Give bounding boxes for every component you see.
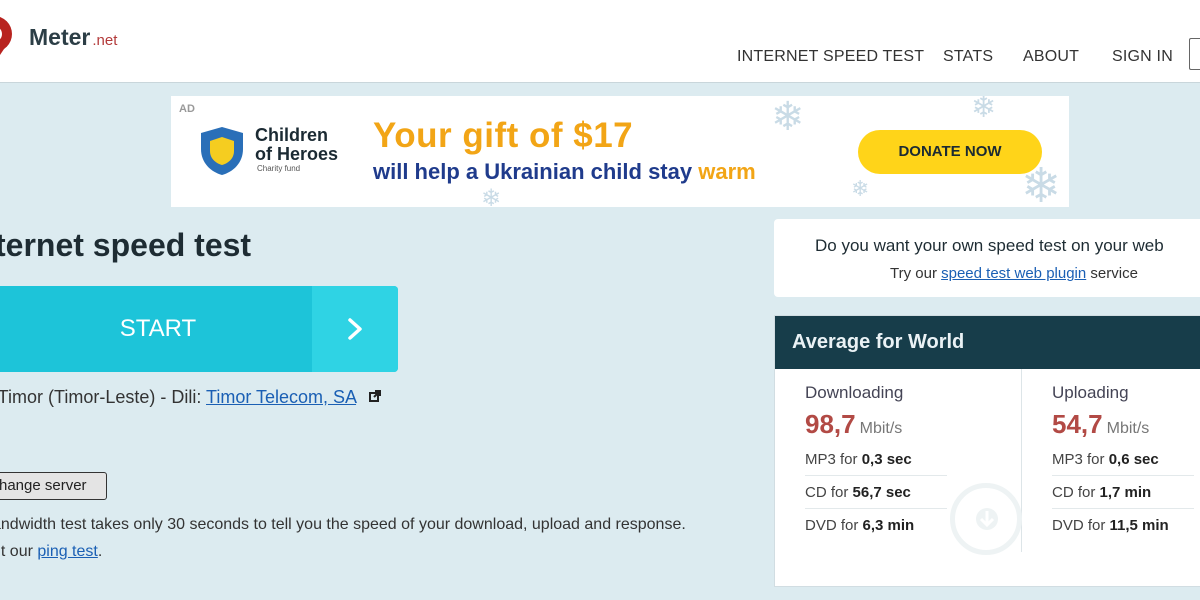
start-button[interactable]: START: [0, 286, 398, 372]
start-label: START: [119, 315, 197, 342]
row-value: 56,7 sec: [852, 484, 911, 501]
change-server-button[interactable]: hange server: [0, 472, 107, 500]
nav-stats[interactable]: STATS: [943, 48, 993, 66]
logo-suffix-text: .net: [92, 32, 118, 49]
external-link-icon[interactable]: [369, 390, 382, 402]
upload-cd-row: CD for 1,7 min: [1052, 476, 1194, 509]
snowflake-icon: ❄: [851, 176, 870, 201]
server-provider-link[interactable]: Timor Telecom, SA: [206, 387, 356, 407]
row-prefix: CD for: [1052, 484, 1100, 501]
ad-org-line2: of Heroes: [255, 144, 339, 164]
plugin-promo-suffix: service: [1086, 265, 1138, 282]
start-arrow-button[interactable]: [312, 286, 398, 372]
ad-subline: will help a Ukrainian child stay warm: [373, 159, 756, 185]
upload-label: Uploading: [1052, 383, 1129, 402]
server-info: t Timor (Timor-Leste) - Dili: Timor Tele…: [0, 387, 382, 408]
download-speed-unit: Mbit/s: [859, 420, 903, 437]
download-circle-icon: [950, 483, 1022, 555]
download-dvd-row: DVD for 6,3 min: [805, 509, 947, 542]
ad-banner[interactable]: AD Children of Heroes Charity fund Your …: [171, 96, 1069, 207]
snowflake-icon: ❄: [481, 185, 502, 207]
download-cd-row: CD for 56,7 sec: [805, 476, 947, 509]
donate-now-button[interactable]: DONATE NOW: [858, 130, 1042, 174]
snowflake-icon: ❄: [971, 96, 997, 124]
row-prefix: DVD for: [1052, 517, 1110, 534]
ad-headline: Your gift of $17: [373, 116, 634, 155]
ad-subline-highlight: warm: [698, 159, 756, 184]
download-speed-value: 98,7: [805, 409, 856, 439]
site-header: Meter .net INTERNET SPEED TEST STATS ABOU…: [0, 0, 1200, 83]
world-average-title: Average for World: [792, 331, 965, 353]
row-prefix: DVD for: [805, 517, 863, 534]
upload-speed: 54,7 Mbit/s: [1052, 409, 1149, 440]
upload-mp3-row: MP3 for 0,6 sec: [1052, 443, 1194, 476]
row-value: 1,7 min: [1099, 484, 1152, 501]
plugin-promo-question: Do you want your own speed test on your …: [815, 236, 1164, 255]
ad-org-name: Children of Heroes: [255, 126, 338, 164]
plugin-promo-prefix: Try our: [890, 265, 942, 282]
row-prefix: CD for: [805, 484, 853, 501]
row-prefix: MP3 for: [805, 451, 862, 468]
logo-main-text: Meter: [29, 24, 91, 50]
logo-pin-icon[interactable]: [0, 14, 14, 64]
header-extra-button[interactable]: [1189, 38, 1200, 70]
plugin-promo-line: Try our speed test web plugin service: [890, 265, 1138, 282]
description-text: andwidth test takes only 30 seconds to t…: [0, 516, 686, 533]
plugin-promo-box: Do you want your own speed test on your …: [774, 219, 1200, 297]
ad-tag: AD: [179, 103, 195, 115]
download-column: Downloading 98,7 Mbit/s MP3 for 0,3 sec C…: [775, 369, 1022, 555]
download-arrow-icon: [976, 508, 998, 530]
server-location: t Timor (Timor-Leste) - Dili:: [0, 387, 207, 407]
ad-org-line1: Children: [255, 125, 329, 145]
row-prefix: MP3 for: [1052, 451, 1109, 468]
ping-test-link[interactable]: ping test: [37, 543, 97, 560]
snowflake-icon: ❄: [1021, 160, 1062, 207]
ad-org-subtitle: Charity fund: [257, 164, 301, 173]
download-speed: 98,7 Mbit/s: [805, 409, 902, 440]
world-average-header: Average for World: [775, 316, 1200, 369]
row-value: 11,5 min: [1109, 517, 1169, 534]
nav-sign-in[interactable]: SIGN IN: [1112, 48, 1173, 66]
world-average-panel: Average for World Downloading 98,7 Mbit/s…: [774, 315, 1200, 587]
upload-speed-value: 54,7: [1052, 409, 1103, 439]
chevron-right-icon: [348, 318, 362, 340]
ad-subline-text: will help a Ukrainian child stay: [373, 159, 699, 184]
upload-speed-unit: Mbit/s: [1106, 420, 1150, 437]
ping-test-line: ut our ping test.: [0, 543, 102, 561]
logo[interactable]: Meter .net: [29, 24, 117, 51]
row-value: 0,3 sec: [861, 451, 912, 468]
upload-column: Uploading 54,7 Mbit/s MP3 for 0,6 sec CD …: [1022, 369, 1200, 552]
ping-line-suffix: .: [97, 543, 103, 560]
row-value: 6,3 min: [862, 517, 915, 534]
row-value: 0,6 sec: [1108, 451, 1159, 468]
download-mp3-row: MP3 for 0,3 sec: [805, 443, 947, 476]
snowflake-icon: ❄: [771, 96, 805, 139]
shield-icon: [201, 127, 243, 175]
speed-test-plugin-link[interactable]: speed test web plugin: [941, 265, 1086, 282]
upload-dvd-row: DVD for 11,5 min: [1052, 509, 1194, 542]
ping-line-prefix: ut our: [0, 543, 33, 560]
page-title: ternet speed test: [0, 227, 252, 263]
nav-about[interactable]: ABOUT: [1023, 48, 1079, 66]
nav-speed-test[interactable]: INTERNET SPEED TEST: [737, 48, 924, 66]
download-label: Downloading: [805, 383, 904, 402]
